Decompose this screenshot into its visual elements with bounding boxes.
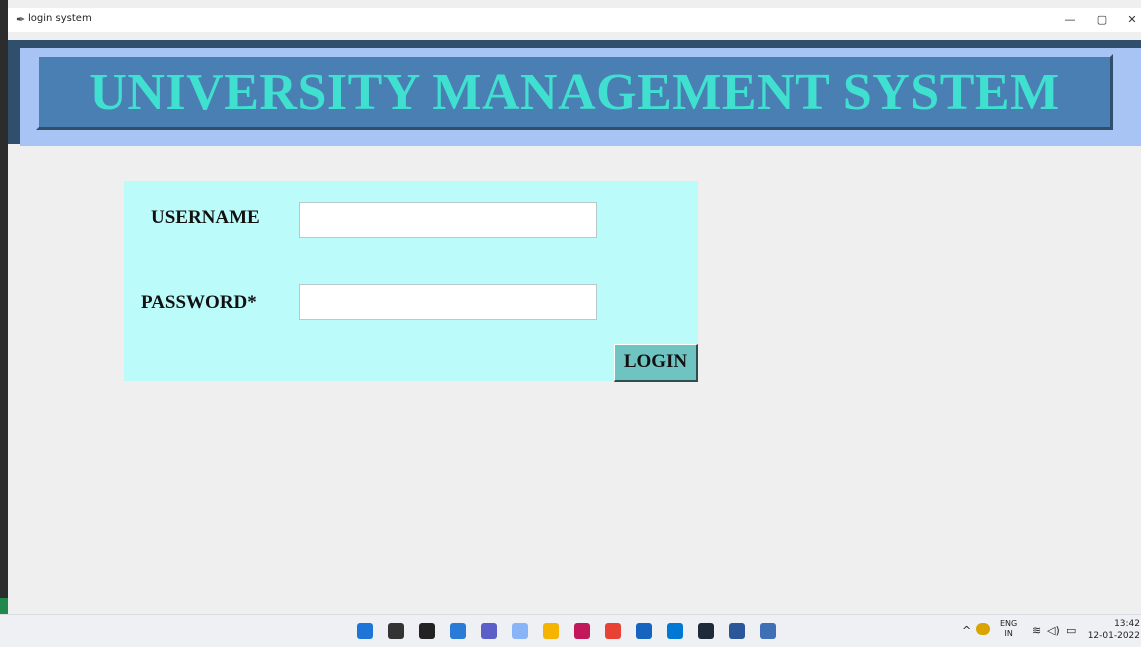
weather-icon[interactable] bbox=[976, 623, 990, 635]
username-label: USERNAME bbox=[151, 207, 260, 228]
chat-icon[interactable] bbox=[481, 623, 497, 639]
chrome-icon[interactable] bbox=[605, 623, 621, 639]
language-indicator[interactable]: ENG IN bbox=[1000, 619, 1017, 639]
password-input[interactable] bbox=[299, 284, 597, 320]
taskbar: ^ ENG IN ≋ ◁) ▭ 13:42 12-01-2022 bbox=[0, 614, 1141, 647]
python-app-icon[interactable] bbox=[760, 623, 776, 639]
system-tray: ^ ENG IN ≋ ◁) ▭ 13:42 12-01-2022 bbox=[962, 615, 1141, 647]
feather-icon: ✒ bbox=[16, 14, 26, 26]
banner-area: UNIVERSITY MANAGEMENT SYSTEM bbox=[8, 32, 1141, 158]
terminal-icon[interactable] bbox=[698, 623, 714, 639]
maximize-button[interactable]: ▢ bbox=[1090, 11, 1114, 29]
clock-time: 13:42 bbox=[1114, 619, 1140, 629]
jetbrains-icon[interactable] bbox=[574, 623, 590, 639]
battery-icon[interactable]: ▭ bbox=[1066, 624, 1076, 637]
banner: UNIVERSITY MANAGEMENT SYSTEM bbox=[36, 54, 1113, 130]
login-button[interactable]: LOGIN bbox=[614, 344, 698, 382]
search-icon[interactable] bbox=[388, 623, 404, 639]
volume-icon[interactable]: ◁) bbox=[1047, 624, 1060, 637]
mail-icon[interactable] bbox=[636, 623, 652, 639]
banner-title: UNIVERSITY MANAGEMENT SYSTEM bbox=[89, 64, 1060, 121]
clock-date: 12-01-2022 bbox=[1087, 631, 1140, 641]
close-button[interactable]: ✕ bbox=[1120, 11, 1141, 29]
window-titlebar: ✒ login system — ▢ ✕ bbox=[8, 8, 1141, 32]
login-panel: USERNAME PASSWORD* LOGIN bbox=[124, 181, 698, 382]
login-window: ✒ login system — ▢ ✕ UNIVERSITY MANAGEME… bbox=[8, 8, 1141, 614]
task-view-icon[interactable] bbox=[419, 623, 435, 639]
username-input[interactable] bbox=[299, 202, 597, 238]
file-explorer-icon[interactable] bbox=[543, 623, 559, 639]
language-top: ENG bbox=[1000, 619, 1018, 628]
window-title: login system bbox=[28, 13, 92, 24]
language-bottom: IN bbox=[1004, 629, 1013, 638]
minimize-button[interactable]: — bbox=[1058, 11, 1082, 29]
wifi-icon[interactable]: ≋ bbox=[1032, 624, 1041, 637]
word-icon[interactable] bbox=[729, 623, 745, 639]
desktop-left-edge-accent bbox=[0, 598, 8, 614]
photos-icon[interactable] bbox=[512, 623, 528, 639]
clock[interactable]: 13:42 12-01-2022 bbox=[1082, 618, 1140, 642]
widgets-icon[interactable] bbox=[450, 623, 466, 639]
desktop-left-edge bbox=[0, 0, 8, 646]
vscode-icon[interactable] bbox=[667, 623, 683, 639]
chevron-up-icon[interactable]: ^ bbox=[962, 624, 971, 637]
start-icon[interactable] bbox=[357, 623, 373, 639]
password-label: PASSWORD* bbox=[141, 292, 257, 313]
